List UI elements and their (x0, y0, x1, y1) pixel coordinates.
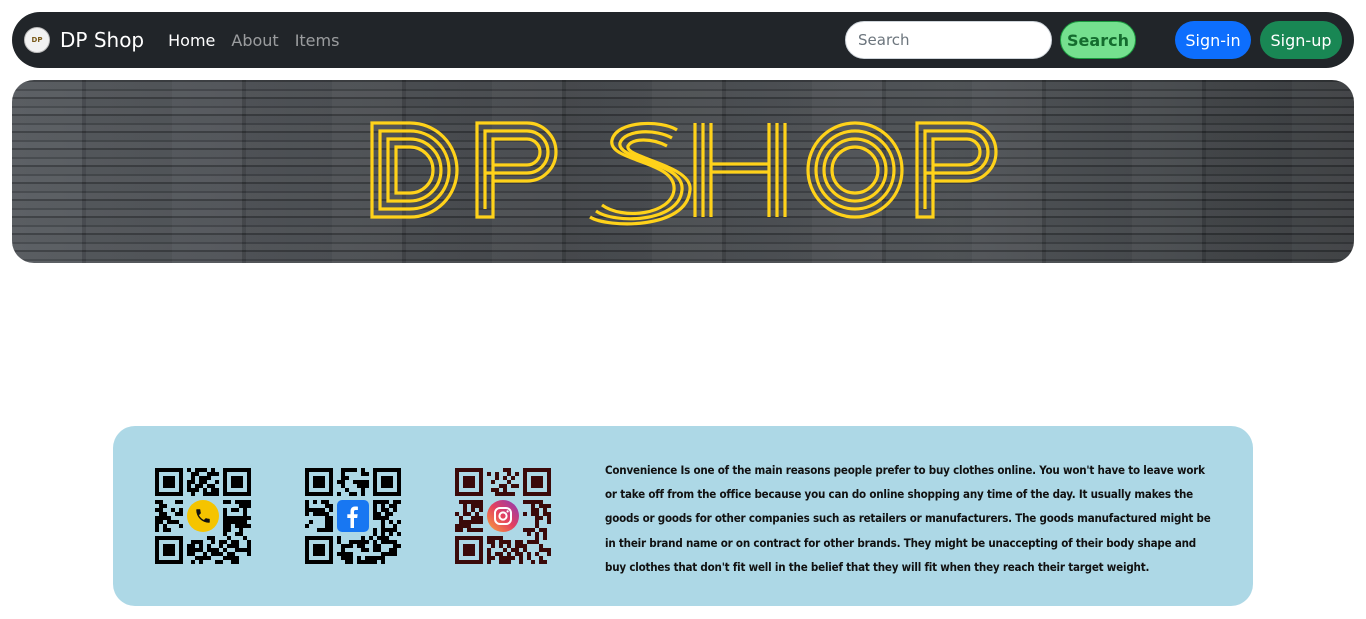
brand[interactable]: DP DP Shop (24, 27, 144, 53)
instagram-qr-code[interactable] (455, 468, 551, 564)
footer-card: Convenience Is one of the main reasons p… (113, 426, 1253, 606)
footer-description: Convenience Is one of the main reasons p… (605, 463, 1211, 574)
instagram-icon (487, 500, 519, 532)
nav-link-about[interactable]: About (231, 31, 278, 50)
signin-button[interactable]: Sign-in (1175, 21, 1251, 59)
nav-links: Home About Items (168, 31, 355, 50)
phone-icon (187, 500, 219, 532)
navbar: DP DP Shop Home About Items Search Sign-… (12, 12, 1354, 68)
search-button[interactable]: Search (1060, 21, 1136, 59)
phone-qr-code[interactable] (155, 468, 251, 564)
hero-banner (12, 80, 1354, 263)
signup-button[interactable]: Sign-up (1260, 21, 1342, 59)
banner-logo (370, 121, 998, 226)
brand-logo[interactable]: DP (24, 27, 50, 53)
search-input[interactable] (845, 21, 1052, 59)
nav-link-items[interactable]: Items (295, 31, 340, 50)
facebook-icon (337, 500, 369, 532)
nav-link-home[interactable]: Home (168, 31, 215, 50)
facebook-qr-code[interactable] (305, 468, 401, 564)
brand-name[interactable]: DP Shop (60, 28, 144, 52)
